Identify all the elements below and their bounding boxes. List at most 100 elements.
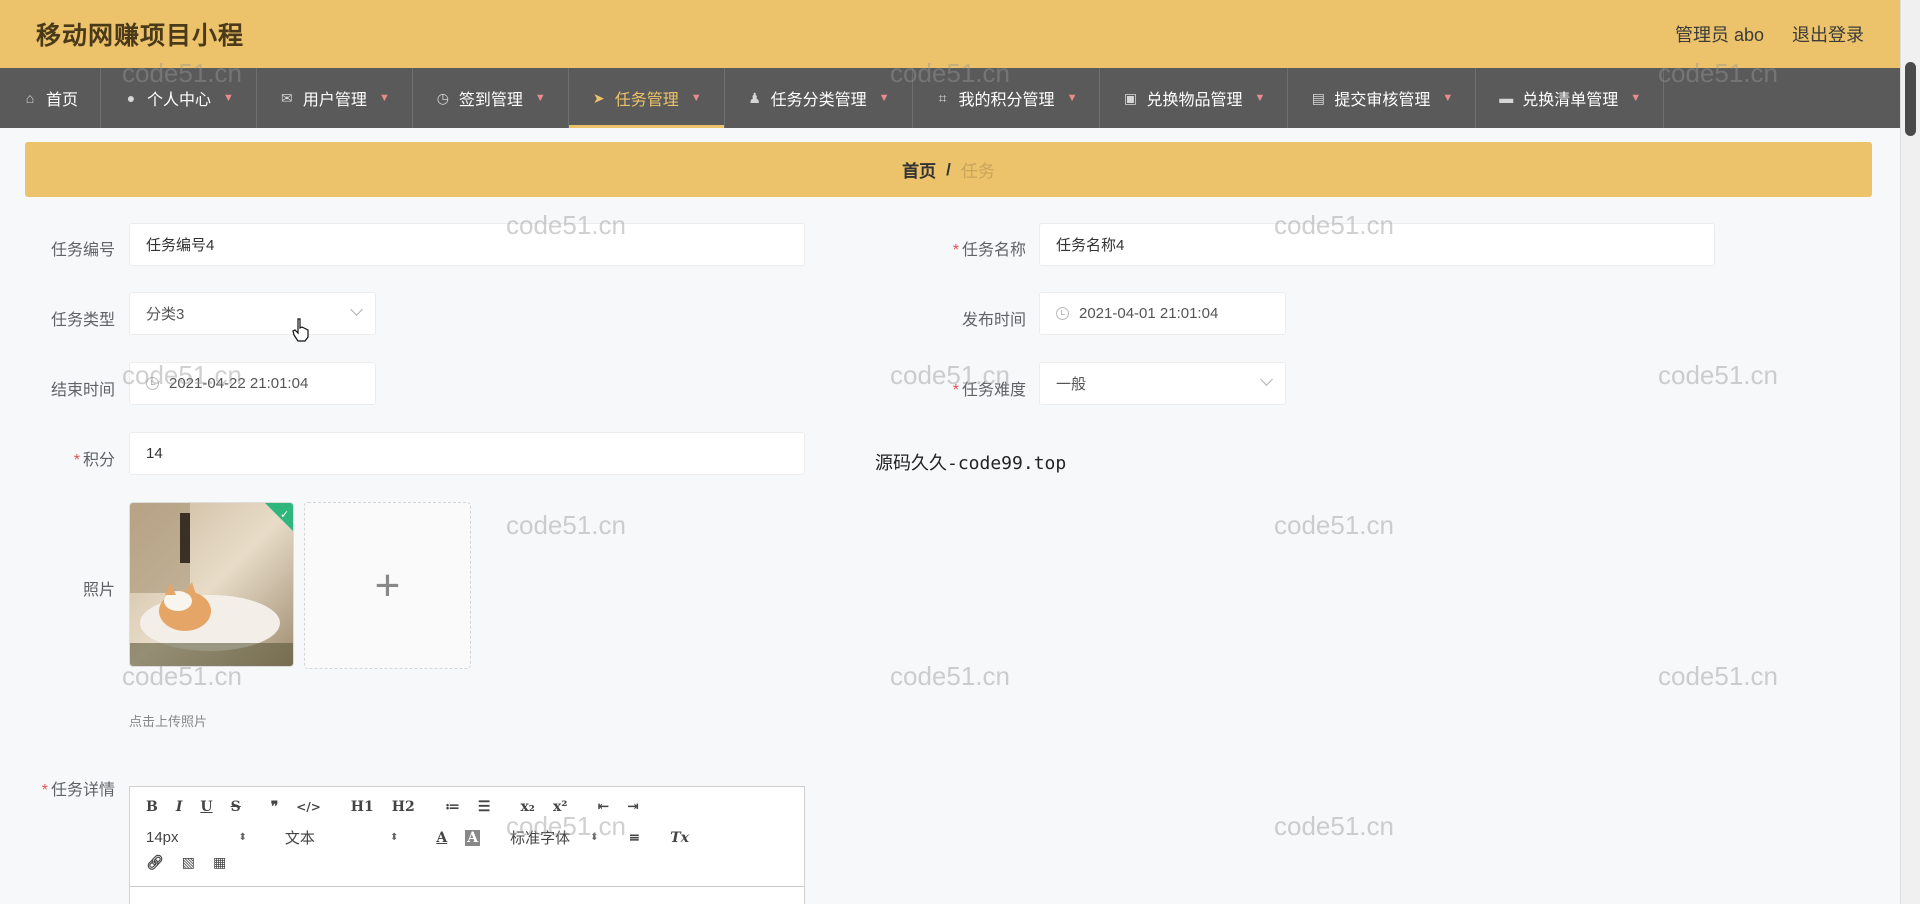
breadcrumb-home[interactable]: 首页: [902, 157, 936, 182]
crop-icon: ⌗: [938, 90, 947, 106]
task-no-input[interactable]: 任务编号4: [129, 223, 805, 266]
link-icon[interactable]: 🔗︎: [146, 855, 164, 871]
editor-toolbar-row-3: 🔗︎ ▧ ▦: [146, 855, 244, 871]
task-no-label: 任务编号: [50, 242, 115, 259]
nav-item-submit-review-management[interactable]: ▤ 提交审核管理 ▼: [1288, 68, 1477, 128]
bold-button[interactable]: B: [146, 799, 158, 815]
send-icon: ➤: [592, 90, 605, 106]
background-color-button[interactable]: A: [465, 829, 481, 846]
nav-item-user-management[interactable]: ✉ 用户管理 ▼: [257, 68, 413, 128]
nav-label: 提交审核管理: [1334, 92, 1431, 109]
logout-button[interactable]: 退出登录: [1792, 21, 1864, 47]
plus-icon: +: [374, 560, 401, 610]
source-text: 源码久久-code99.top: [875, 453, 1067, 474]
upload-hint: 点击上传照片: [129, 714, 208, 729]
nav-label: 首页: [46, 92, 79, 109]
nav-label: 兑换物品管理: [1146, 92, 1243, 109]
user-icon: ●: [126, 90, 136, 106]
mail-icon: ✉: [281, 90, 293, 106]
main-nav: ⌂ 首页 ● 个人中心 ▼ ✉ 用户管理 ▼ ◷ 签到管理 ▼ ➤ 任务管理 ▼…: [0, 68, 1900, 128]
breadcrumb-current: 任务: [960, 162, 995, 181]
points-input[interactable]: 14: [129, 432, 805, 475]
nav-label: 兑换清单管理: [1522, 92, 1619, 109]
header-1-button[interactable]: H1: [351, 799, 374, 815]
nav-label: 任务管理: [614, 92, 679, 109]
svg-text:✓: ✓: [280, 508, 289, 521]
watermark: code51.cn: [1274, 510, 1394, 540]
monitor-icon: ▬: [1499, 90, 1514, 106]
chevron-down-icon: ▼: [1442, 92, 1454, 104]
bullet-list-button[interactable]: ☰: [478, 799, 491, 815]
nav-item-exchange-goods-management[interactable]: ▣ 兑换物品管理 ▼: [1100, 68, 1289, 128]
person-icon: ♟: [748, 90, 761, 106]
upload-photo-button[interactable]: +: [304, 502, 471, 669]
ordered-list-button[interactable]: ≔: [445, 799, 460, 815]
editor-toolbar-row-1: B I U S ❞ </> H1 H2 ≔ ☰ x₂ x² ⇤ ⇥: [146, 799, 657, 815]
breadcrumb-separator: /: [946, 159, 951, 179]
photo-label: 照片: [82, 582, 115, 599]
nav-item-home[interactable]: ⌂ 首页: [0, 68, 102, 128]
chevron-down-icon: ▼: [378, 92, 390, 104]
chevron-down-icon: ▼: [1254, 92, 1266, 104]
text-color-button[interactable]: A: [436, 830, 447, 846]
editor-divider: [130, 886, 804, 887]
chevron-down-icon: ▼: [534, 92, 546, 104]
nav-item-checkin-management[interactable]: ◷ 签到管理 ▼: [413, 68, 569, 128]
clear-format-button[interactable]: Tx: [670, 830, 689, 846]
nav-item-task-category-management[interactable]: ♟ 任务分类管理 ▼: [725, 68, 913, 128]
updown-icon: ⬍: [238, 832, 247, 843]
rich-text-editor[interactable]: B I U S ❞ </> H1 H2 ≔ ☰ x₂ x² ⇤ ⇥ 14px ⬍ …: [129, 786, 805, 904]
admin-user-label[interactable]: 管理员 abo: [1675, 21, 1764, 47]
nav-item-personal-center[interactable]: ● 个人中心 ▼: [101, 68, 257, 128]
task-name-label: * 任务名称: [952, 242, 1026, 259]
subscript-button[interactable]: x₂: [520, 799, 534, 815]
task-name-input[interactable]: 任务名称4: [1039, 223, 1715, 266]
chevron-down-icon: ▼: [1066, 92, 1078, 104]
video-icon[interactable]: ▦: [213, 855, 226, 871]
publish-time-picker[interactable]: 2021-04-01 21:01:04: [1039, 292, 1286, 335]
code-block-button[interactable]: </>: [296, 800, 321, 814]
outdent-button[interactable]: ⇤: [597, 799, 609, 815]
nav-item-my-points-management[interactable]: ⌗ 我的积分管理 ▼: [913, 68, 1101, 128]
align-button[interactable]: ≡: [628, 830, 640, 846]
scrollbar-thumb[interactable]: [1905, 62, 1916, 136]
uploaded-photo[interactable]: ✓: [129, 502, 294, 667]
home-icon: ⌂: [25, 90, 35, 106]
publish-time-label: 发布时间: [961, 312, 1026, 329]
paragraph-select[interactable]: 文本 ⬍: [285, 827, 398, 848]
nav-label: 任务分类管理: [770, 92, 867, 109]
underline-button[interactable]: U: [200, 799, 212, 815]
nav-item-task-management[interactable]: ➤ 任务管理 ▼: [568, 68, 725, 128]
italic-button[interactable]: I: [176, 799, 183, 815]
strike-button[interactable]: S: [231, 799, 241, 815]
blockquote-button[interactable]: ❞: [271, 799, 279, 815]
nav-label: 个人中心: [147, 92, 212, 109]
nav-label: 用户管理: [302, 92, 367, 109]
page-scrollbar[interactable]: [1900, 0, 1920, 904]
font-size-select[interactable]: 14px ⬍: [146, 829, 247, 846]
updown-icon: ⬍: [590, 832, 599, 843]
watermark: code51.cn: [1658, 661, 1778, 691]
watermark: code51.cn: [1274, 811, 1394, 841]
clock-icon: [146, 377, 159, 390]
points-label: * 积分: [73, 452, 115, 469]
chevron-down-icon: ▼: [690, 92, 702, 104]
hand-cursor-icon: [292, 318, 309, 342]
chevron-down-icon: [350, 303, 363, 316]
details-label: * 任务详情: [41, 782, 115, 799]
task-type-label: 任务类型: [50, 312, 115, 329]
watermark: code51.cn: [1658, 360, 1778, 390]
header-2-button[interactable]: H2: [392, 799, 415, 815]
nav-item-exchange-list-management[interactable]: ▬ 兑换清单管理 ▼: [1476, 68, 1665, 128]
difficulty-select[interactable]: 一般: [1039, 362, 1286, 405]
image-icon[interactable]: ▧: [182, 855, 195, 871]
superscript-button[interactable]: x²: [553, 799, 567, 815]
indent-button[interactable]: ⇥: [627, 799, 639, 815]
end-time-picker[interactable]: 2021-04-22 21:01:04: [129, 362, 376, 405]
font-family-select[interactable]: 标准字体 ⬍: [510, 827, 598, 848]
nav-label: 签到管理: [458, 92, 523, 109]
chevron-down-icon: ▼: [878, 92, 890, 104]
cat-photo-image: ✓: [130, 503, 293, 666]
task-type-select[interactable]: 分类3: [129, 292, 376, 335]
chevron-down-icon: ▼: [223, 92, 234, 104]
